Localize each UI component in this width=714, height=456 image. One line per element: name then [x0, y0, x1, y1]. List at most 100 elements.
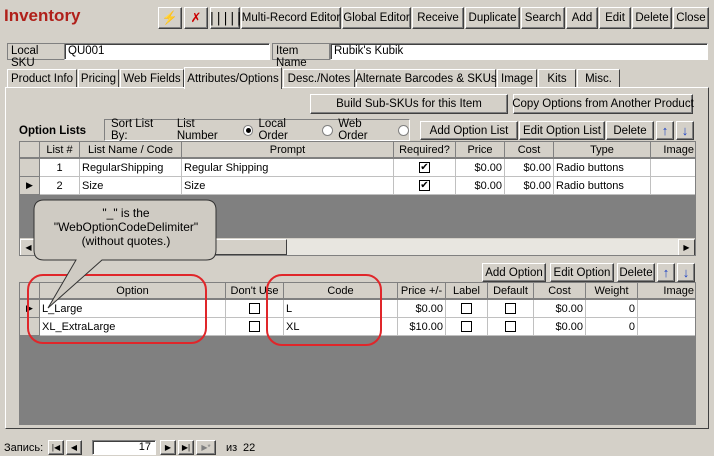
table-cell[interactable]: 1 [40, 159, 80, 177]
record-number-field[interactable]: 17 [92, 440, 156, 455]
table-cell[interactable]: RegularShipping [80, 159, 182, 177]
barcode-icon-button[interactable]: ||||| [207, 7, 243, 29]
code-column-highlight [266, 274, 382, 346]
col-price-delta[interactable]: Price +/- [398, 283, 446, 299]
required-cell[interactable]: ✔ [394, 177, 456, 195]
move-list-up-button[interactable]: ↑ [656, 121, 674, 140]
row-selector[interactable] [20, 159, 40, 177]
tab-kits[interactable]: Kits [538, 69, 576, 87]
copy-options-button[interactable]: Copy Options from Another Product [512, 94, 694, 114]
close-button[interactable]: Close [673, 7, 709, 29]
table-cell[interactable]: $0.00 [456, 177, 505, 195]
add-option-list-button[interactable]: Add Option List [420, 121, 518, 140]
move-option-down-button[interactable]: ↓ [677, 263, 695, 282]
search-button[interactable]: Search [521, 7, 565, 29]
tab-pricing[interactable]: Pricing [78, 69, 119, 87]
filter-icon-button[interactable]: ⚡ [158, 7, 182, 29]
table-cell[interactable]: $0.00 [505, 159, 554, 177]
delete-option-button[interactable]: Delete [617, 263, 655, 282]
table-cell[interactable]: $0.00 [534, 318, 586, 336]
default-cell[interactable] [488, 300, 534, 318]
table-cell[interactable] [638, 318, 695, 336]
row-selector-current[interactable]: ▶ [20, 177, 40, 195]
table-cell[interactable]: $0.00 [534, 300, 586, 318]
tab-desc-notes[interactable]: Desc./Notes [283, 69, 355, 87]
tab-misc[interactable]: Misc. [577, 69, 620, 87]
last-record-button[interactable]: ▶| [178, 440, 194, 455]
delete-button[interactable]: Delete [632, 7, 672, 29]
edit-option-list-button[interactable]: Edit Option List [519, 121, 605, 140]
move-list-down-button[interactable]: ↓ [676, 121, 694, 140]
col-weight[interactable]: Weight [586, 283, 638, 299]
table-cell[interactable]: Regular Shipping [182, 159, 394, 177]
delete-option-list-button[interactable]: Delete [606, 121, 654, 140]
col-list-num[interactable]: List # [40, 142, 80, 158]
required-cell[interactable]: ✔ [394, 159, 456, 177]
col-image[interactable]: Image [651, 142, 695, 158]
table-cell[interactable]: 0 [586, 300, 638, 318]
multi-record-editor-button[interactable]: Multi-Record Editor [241, 7, 341, 29]
sort-list-number-radio[interactable] [242, 124, 254, 136]
table-cell[interactable]: $0.00 [505, 177, 554, 195]
move-option-up-button[interactable]: ↑ [657, 263, 675, 282]
col-required[interactable]: Required? [394, 142, 456, 158]
build-sub-skus-button[interactable]: Build Sub-SKUs for this Item [310, 94, 508, 114]
label-cell[interactable] [446, 318, 488, 336]
barcode-icon: ||||| [207, 10, 243, 26]
tab-product-info[interactable]: Product Info [7, 69, 77, 87]
tab-attributes-options[interactable]: Attributes/Options [184, 67, 282, 89]
default-cell[interactable] [488, 318, 534, 336]
remove-filter-icon-button[interactable]: ✗ [184, 7, 208, 29]
col-prompt[interactable]: Prompt [182, 142, 394, 158]
label-checkbox[interactable] [461, 321, 472, 332]
edit-option-button[interactable]: Edit Option [550, 263, 614, 282]
tab-image[interactable]: Image [497, 69, 537, 87]
dont-use-checkbox[interactable] [249, 303, 260, 314]
duplicate-button[interactable]: Duplicate [465, 7, 520, 29]
dont-use-checkbox[interactable] [249, 321, 260, 332]
add-button[interactable]: Add [566, 7, 598, 29]
tab-alternate-barcodes[interactable]: Alternate Barcodes & SKUs [355, 69, 497, 87]
label-checkbox[interactable] [461, 303, 472, 314]
add-option-button[interactable]: Add Option [482, 263, 546, 282]
col-cost[interactable]: Cost [505, 142, 554, 158]
table-cell[interactable]: 2 [40, 177, 80, 195]
table-cell[interactable]: Radio buttons [554, 177, 651, 195]
col-type[interactable]: Type [554, 142, 651, 158]
first-record-button[interactable]: |◀ [48, 440, 64, 455]
prev-record-button[interactable]: ◀ [66, 440, 82, 455]
table-cell[interactable]: $0.00 [398, 300, 446, 318]
next-record-button[interactable]: ▶ [160, 440, 176, 455]
col-default[interactable]: Default [488, 283, 534, 299]
table-cell[interactable] [651, 177, 695, 195]
col-cost[interactable]: Cost [534, 283, 586, 299]
col-price[interactable]: Price [456, 142, 505, 158]
prev-record-icon: ◀ [70, 443, 78, 452]
table-cell[interactable] [651, 159, 695, 177]
global-editor-button[interactable]: Global Editor [342, 7, 411, 29]
required-checkbox[interactable]: ✔ [419, 180, 430, 191]
item-name-field[interactable]: Rubik's Kubik [330, 43, 708, 60]
col-list-name[interactable]: List Name / Code [80, 142, 182, 158]
table-cell[interactable]: $0.00 [456, 159, 505, 177]
default-checkbox[interactable] [505, 303, 516, 314]
col-image[interactable]: Image [638, 283, 695, 299]
required-checkbox[interactable]: ✔ [419, 162, 430, 173]
sort-local-order-radio[interactable] [322, 124, 334, 136]
local-sku-field[interactable]: QU001 [64, 43, 270, 60]
edit-button[interactable]: Edit [599, 7, 631, 29]
sort-web-order-radio[interactable] [398, 124, 409, 136]
table-cell[interactable]: Size [182, 177, 394, 195]
new-record-button[interactable]: ▶* [196, 440, 216, 455]
scroll-right-icon[interactable]: ▶ [678, 239, 695, 255]
receive-button[interactable]: Receive [412, 7, 464, 29]
table-cell[interactable]: 0 [586, 318, 638, 336]
default-checkbox[interactable] [505, 321, 516, 332]
label-cell[interactable] [446, 300, 488, 318]
table-cell[interactable]: $10.00 [398, 318, 446, 336]
tab-web-fields[interactable]: Web Fields [120, 69, 184, 87]
table-cell[interactable]: Radio buttons [554, 159, 651, 177]
table-cell[interactable] [638, 300, 695, 318]
col-label[interactable]: Label [446, 283, 488, 299]
table-cell[interactable]: Size [80, 177, 182, 195]
